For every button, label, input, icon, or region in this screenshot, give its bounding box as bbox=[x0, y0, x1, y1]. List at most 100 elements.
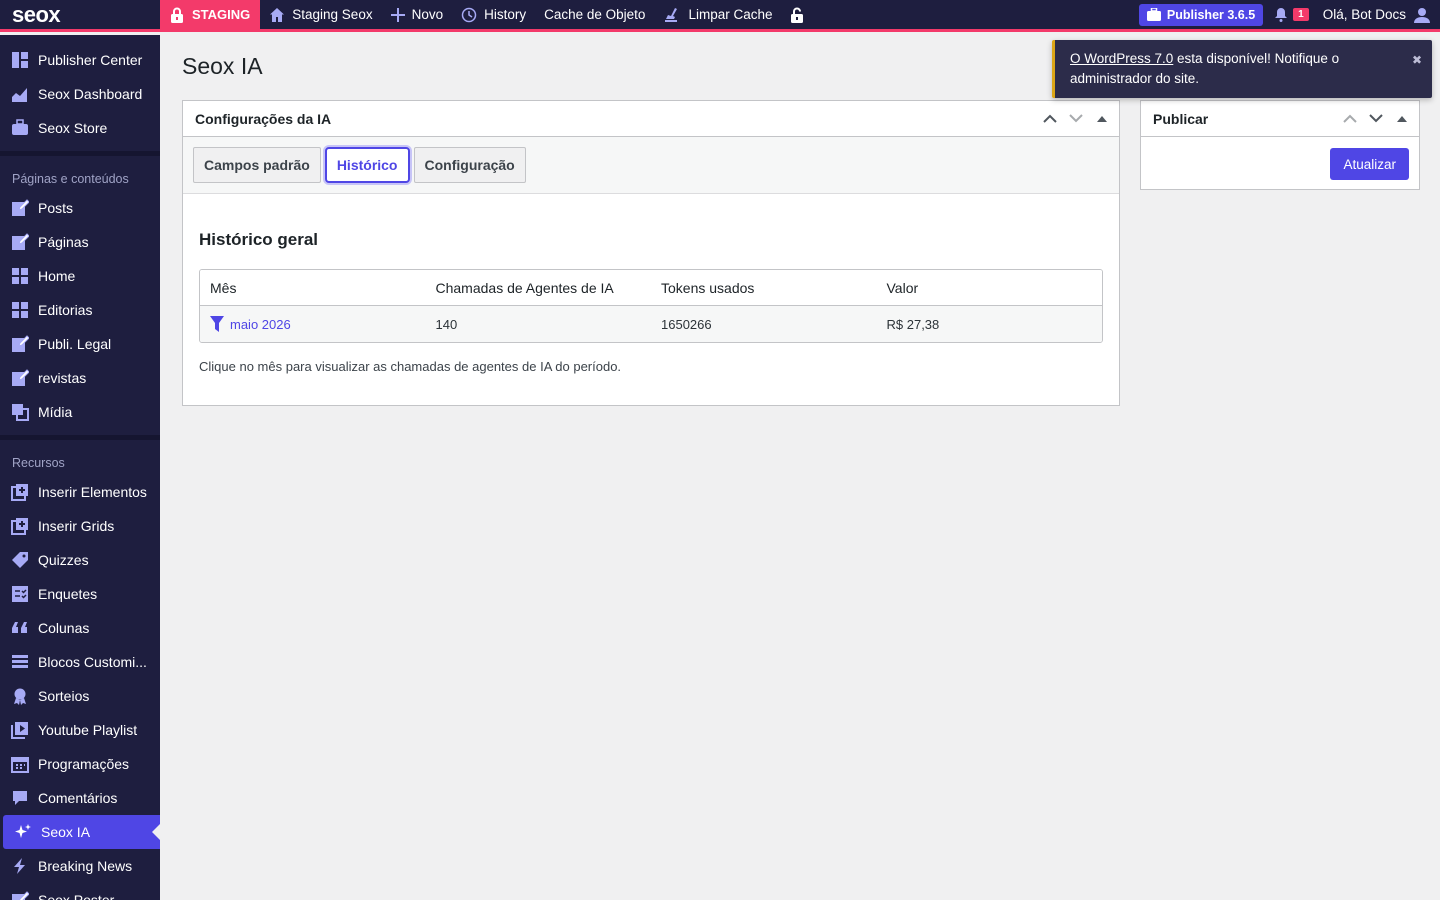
chevron-down-icon[interactable] bbox=[1365, 108, 1387, 130]
site-name-label: Staging Seox bbox=[292, 7, 373, 22]
column-header-tokens: Tokens usados bbox=[661, 279, 755, 296]
unlock-toggle[interactable] bbox=[781, 0, 813, 31]
sidebar-item-editorias[interactable]: Editorias bbox=[0, 293, 160, 327]
new-content-link[interactable]: Novo bbox=[382, 0, 453, 31]
sidebar-item-label: Mídia bbox=[38, 404, 73, 420]
publish-title: Publicar bbox=[1153, 110, 1209, 127]
user-account-menu[interactable]: Olá, Bot Docs bbox=[1323, 7, 1440, 23]
plus-icon bbox=[390, 7, 405, 22]
sidebar-item-inserir-grids[interactable]: Inserir Grids bbox=[0, 509, 160, 543]
sidebar-item-label: Blocos Customi... bbox=[38, 654, 147, 670]
close-icon[interactable]: ✖ bbox=[1412, 50, 1422, 70]
history-hint: Clique no mês para visualizar as chamada… bbox=[199, 359, 622, 374]
sidebar-item-publi-legal[interactable]: Publi. Legal bbox=[0, 327, 160, 361]
sidebar-item-programacoes[interactable]: Programações bbox=[0, 747, 160, 781]
sidebar-item-quizzes[interactable]: Quizzes bbox=[0, 543, 160, 577]
lock-icon bbox=[171, 7, 183, 23]
publisher-version-badge[interactable]: Publisher 3.6.5 bbox=[1138, 3, 1264, 26]
edit-icon bbox=[10, 368, 30, 388]
publish-box: Publicar Atualizar bbox=[1140, 100, 1420, 190]
unlock-icon bbox=[791, 7, 804, 23]
sidebar-item-label: Publi. Legal bbox=[38, 336, 112, 352]
clear-cache-link[interactable]: Limpar Cache bbox=[654, 0, 781, 31]
chevron-down-icon[interactable] bbox=[1065, 108, 1087, 130]
site-name-link[interactable]: Staging Seox bbox=[260, 0, 381, 31]
sidebar-item-label: revistas bbox=[38, 370, 87, 386]
sidebar-item-seox-dashboard[interactable]: Seox Dashboard bbox=[0, 77, 160, 111]
sidebar-item-label: Quizzes bbox=[38, 552, 89, 568]
sidebar-item-inserir-elementos[interactable]: Inserir Elementos bbox=[0, 475, 160, 509]
sidebar-item-label: Seox Dashboard bbox=[38, 86, 143, 102]
sidebar-item-label: Comentários bbox=[38, 790, 118, 806]
seox-logo[interactable]: seox bbox=[0, 0, 160, 31]
video-playlist-icon bbox=[10, 720, 30, 740]
sidebar-item-label: Páginas bbox=[38, 234, 89, 250]
edit-icon bbox=[10, 890, 30, 900]
sidebar-item-seox-ia[interactable]: Seox IA bbox=[3, 815, 160, 849]
ia-settings-title: Configurações da IA bbox=[195, 110, 332, 127]
tab-configuracao[interactable]: Configuração bbox=[413, 147, 526, 183]
sidebar-item-home[interactable]: Home bbox=[0, 259, 160, 293]
sidebar-item-posts[interactable]: Posts bbox=[0, 191, 160, 225]
calls-cell: 140 bbox=[435, 316, 458, 332]
sidebar-item-enquetes[interactable]: Enquetes bbox=[0, 577, 160, 611]
menu-heading-resources: Recursos bbox=[12, 456, 65, 470]
broom-icon bbox=[665, 7, 678, 22]
sidebar-item-label: Inserir Elementos bbox=[38, 484, 147, 500]
staging-indicator[interactable]: STAGING bbox=[160, 0, 261, 31]
chart-area-icon bbox=[10, 84, 30, 104]
sparkle-icon bbox=[13, 822, 33, 842]
sidebar-item-midia[interactable]: Mídia bbox=[0, 395, 160, 429]
main-content: Seox IA Configurações da IA Campos padrã… bbox=[160, 35, 1440, 900]
chevron-up-icon[interactable] bbox=[1039, 108, 1061, 130]
filter-icon bbox=[210, 316, 224, 332]
edit-icon bbox=[10, 232, 30, 252]
object-cache-link[interactable]: Cache de Objeto bbox=[535, 0, 654, 31]
insert-icon bbox=[10, 482, 30, 502]
sidebar-item-label: Seox Store bbox=[38, 120, 108, 136]
sidebar-item-revistas[interactable]: revistas bbox=[0, 361, 160, 395]
chevron-up-icon[interactable] bbox=[1339, 108, 1361, 130]
notifications-button[interactable]: 1 bbox=[1275, 7, 1309, 22]
award-icon bbox=[10, 686, 30, 706]
history-section-title: Histórico geral bbox=[199, 230, 319, 249]
object-cache-label: Cache de Objeto bbox=[544, 7, 646, 22]
sidebar-item-label: Breaking News bbox=[38, 858, 133, 874]
menu-separator bbox=[0, 435, 160, 440]
sidebar-item-comentarios[interactable]: Comentários bbox=[0, 781, 160, 815]
sidebar-item-colunas[interactable]: Colunas bbox=[0, 611, 160, 645]
sidebar-item-seox-poster[interactable]: Seox Poster bbox=[0, 883, 160, 900]
calendar-icon bbox=[10, 754, 30, 774]
collapse-toggle-icon[interactable] bbox=[1091, 108, 1113, 130]
collapse-toggle-icon[interactable] bbox=[1391, 108, 1413, 130]
comment-icon bbox=[10, 788, 30, 808]
sidebar-item-sorteios[interactable]: Sorteios bbox=[0, 679, 160, 713]
sidebar-item-blocos-customizados[interactable]: Blocos Customi... bbox=[0, 645, 160, 679]
sidebar-item-pages[interactable]: Páginas bbox=[0, 225, 160, 259]
sidebar-item-label: Seox IA bbox=[41, 824, 91, 840]
publish-header: Publicar bbox=[1141, 101, 1419, 137]
wordpress-update-link[interactable]: O WordPress 7.0 bbox=[1070, 51, 1173, 66]
notification-count: 1 bbox=[1293, 8, 1309, 21]
edit-icon bbox=[10, 198, 30, 218]
month-link[interactable]: maio 2026 bbox=[230, 317, 291, 332]
history-link[interactable]: History bbox=[452, 0, 535, 31]
update-button[interactable]: Atualizar bbox=[1330, 148, 1409, 180]
sidebar-item-breaking-news[interactable]: Breaking News bbox=[0, 849, 160, 883]
grid-icon bbox=[10, 266, 30, 286]
sidebar-item-youtube-playlist[interactable]: Youtube Playlist bbox=[0, 713, 160, 747]
edit-icon bbox=[10, 334, 30, 354]
sidebar-item-seox-store[interactable]: Seox Store bbox=[0, 111, 160, 145]
dashboard-grid-icon bbox=[10, 50, 30, 70]
tab-historico[interactable]: Histórico bbox=[324, 147, 410, 183]
lightning-icon bbox=[10, 856, 30, 876]
sidebar-item-label: Youtube Playlist bbox=[38, 722, 138, 738]
sidebar-item-label: Editorias bbox=[38, 302, 93, 318]
store-icon bbox=[10, 118, 30, 138]
sidebar-item-publisher-center[interactable]: Publisher Center bbox=[0, 43, 160, 77]
column-header-month: Mês bbox=[210, 279, 237, 296]
tab-campos-padrao[interactable]: Campos padrão bbox=[193, 147, 321, 183]
value-cell: R$ 27,38 bbox=[886, 316, 940, 332]
media-icon bbox=[10, 402, 30, 422]
month-cell: maio 2026 bbox=[200, 316, 426, 332]
